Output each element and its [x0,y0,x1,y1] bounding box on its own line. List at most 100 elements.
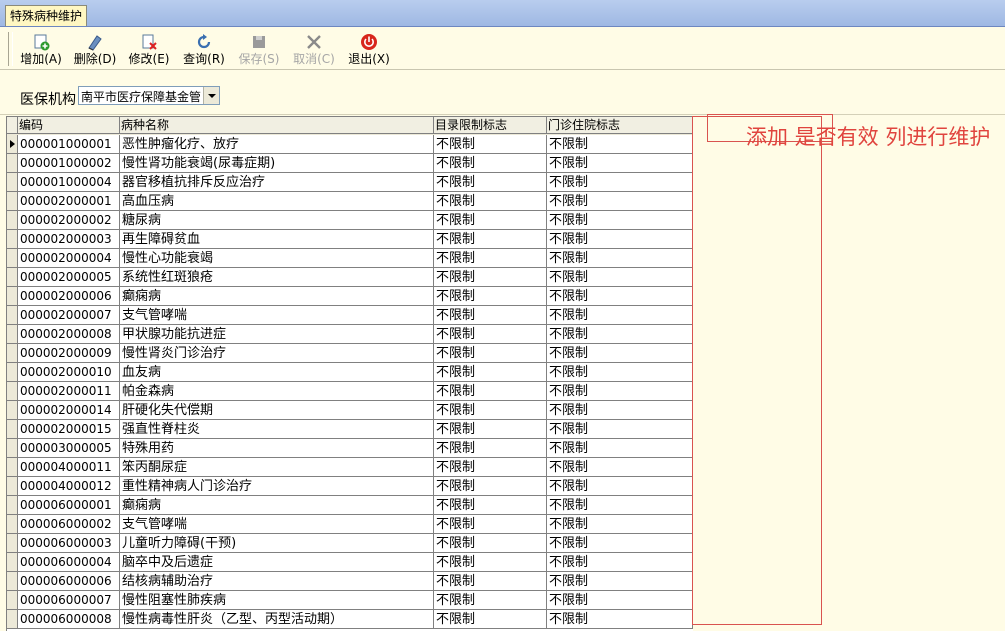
table-row[interactable]: 000002000001 高血压病 不限制 不限制 [7,192,693,211]
column-header-catalog-limit[interactable]: 目录限制标志 [434,117,547,134]
row-selector[interactable] [7,515,18,534]
row-selector[interactable] [7,477,18,496]
cell-disease-name[interactable]: 强直性脊柱炎 [120,420,434,439]
table-row[interactable]: 000001000002 慢性肾功能衰竭(尿毒症期) 不限制 不限制 [7,154,693,173]
cell-code[interactable]: 000002000002 [18,211,120,230]
cell-code[interactable]: 000002000007 [18,306,120,325]
row-selector[interactable] [7,211,18,230]
insurance-org-select[interactable]: 南平市医疗保障基金管 [78,86,220,105]
row-selector[interactable] [7,496,18,515]
row-selector[interactable] [7,401,18,420]
cell-catalog-limit[interactable]: 不限制 [434,363,547,382]
row-selector[interactable] [7,420,18,439]
row-selector[interactable] [7,287,18,306]
cell-disease-name[interactable]: 慢性心功能衰竭 [120,249,434,268]
cell-disease-name[interactable]: 支气管哮喘 [120,306,434,325]
cell-code[interactable]: 000002000001 [18,192,120,211]
cell-outpatient-flag[interactable]: 不限制 [547,496,693,515]
cell-outpatient-flag[interactable]: 不限制 [547,363,693,382]
cell-code[interactable]: 000003000005 [18,439,120,458]
cell-catalog-limit[interactable]: 不限制 [434,230,547,249]
row-selector[interactable] [7,306,18,325]
cell-catalog-limit[interactable]: 不限制 [434,553,547,572]
cell-code[interactable]: 000002000010 [18,363,120,382]
query-button[interactable]: 查询(R) [178,30,230,68]
cell-outpatient-flag[interactable]: 不限制 [547,249,693,268]
cell-outpatient-flag[interactable]: 不限制 [547,534,693,553]
toolbar-grip[interactable] [8,32,13,66]
cell-catalog-limit[interactable]: 不限制 [434,439,547,458]
cell-disease-name[interactable]: 慢性阻塞性肺疾病 [120,591,434,610]
cell-disease-name[interactable]: 血友病 [120,363,434,382]
cell-code[interactable]: 000006000007 [18,591,120,610]
row-selector[interactable] [7,192,18,211]
cell-disease-name[interactable]: 特殊用药 [120,439,434,458]
row-selector[interactable] [7,610,18,629]
table-row[interactable]: 000006000008 慢性病毒性肝炎（乙型、丙型活动期） 不限制 不限制 [7,610,693,629]
cell-catalog-limit[interactable]: 不限制 [434,287,547,306]
cell-catalog-limit[interactable]: 不限制 [434,173,547,192]
cell-outpatient-flag[interactable]: 不限制 [547,287,693,306]
row-selector[interactable] [7,382,18,401]
cell-catalog-limit[interactable]: 不限制 [434,534,547,553]
column-header-outpatient-flag[interactable]: 门诊住院标志 [547,117,693,134]
cell-outpatient-flag[interactable]: 不限制 [547,439,693,458]
row-selector[interactable] [7,173,18,192]
table-row[interactable]: 000002000004 慢性心功能衰竭 不限制 不限制 [7,249,693,268]
row-selector[interactable] [7,230,18,249]
cell-code[interactable]: 000002000011 [18,382,120,401]
cell-catalog-limit[interactable]: 不限制 [434,496,547,515]
cell-disease-name[interactable]: 结核病辅助治疗 [120,572,434,591]
cell-disease-name[interactable]: 帕金森病 [120,382,434,401]
cell-outpatient-flag[interactable]: 不限制 [547,135,693,154]
tab-special-disease[interactable]: 特殊病种维护 [5,5,88,26]
cell-disease-name[interactable]: 慢性肾功能衰竭(尿毒症期) [120,154,434,173]
exit-button[interactable]: 退出(X) [343,30,395,68]
cell-disease-name[interactable]: 再生障碍贫血 [120,230,434,249]
row-selector[interactable] [7,591,18,610]
table-row[interactable]: 000003000005 特殊用药 不限制 不限制 [7,439,693,458]
cell-disease-name[interactable]: 糖尿病 [120,211,434,230]
table-row[interactable]: 000002000007 支气管哮喘 不限制 不限制 [7,306,693,325]
cell-disease-name[interactable]: 儿童听力障碍(干预) [120,534,434,553]
table-row[interactable]: 000001000001 恶性肿瘤化疗、放疗 不限制 不限制 [7,135,693,154]
table-row[interactable]: 000006000007 慢性阻塞性肺疾病 不限制 不限制 [7,591,693,610]
column-header-code[interactable]: 编码 [18,117,120,134]
table-row[interactable]: 000006000001 癫痫病 不限制 不限制 [7,496,693,515]
cell-catalog-limit[interactable]: 不限制 [434,420,547,439]
cell-catalog-limit[interactable]: 不限制 [434,192,547,211]
table-row[interactable]: 000006000004 脑卒中及后遗症 不限制 不限制 [7,553,693,572]
row-selector[interactable] [7,249,18,268]
add-button[interactable]: 增加(A) [15,30,67,68]
cell-code[interactable]: 000006000001 [18,496,120,515]
cell-disease-name[interactable]: 肝硬化失代偿期 [120,401,434,420]
table-row[interactable]: 000002000006 癫痫病 不限制 不限制 [7,287,693,306]
cell-outpatient-flag[interactable]: 不限制 [547,154,693,173]
row-selector[interactable] [7,572,18,591]
cell-catalog-limit[interactable]: 不限制 [434,458,547,477]
table-row[interactable]: 000002000014 肝硬化失代偿期 不限制 不限制 [7,401,693,420]
cancel-button[interactable]: 取消(C) [288,30,340,68]
cell-catalog-limit[interactable]: 不限制 [434,572,547,591]
cell-disease-name[interactable]: 慢性病毒性肝炎（乙型、丙型活动期） [120,610,434,629]
row-selector[interactable] [7,154,18,173]
cell-code[interactable]: 000002000006 [18,287,120,306]
cell-disease-name[interactable]: 器官移植抗排斥反应治疗 [120,173,434,192]
column-header-name[interactable]: 病种名称 [120,117,434,134]
table-row[interactable]: 000002000011 帕金森病 不限制 不限制 [7,382,693,401]
cell-outpatient-flag[interactable]: 不限制 [547,230,693,249]
cell-code[interactable]: 000002000015 [18,420,120,439]
cell-code[interactable]: 000002000005 [18,268,120,287]
cell-catalog-limit[interactable]: 不限制 [434,135,547,154]
cell-disease-name[interactable]: 笨丙酮尿症 [120,458,434,477]
cell-disease-name[interactable]: 支气管哮喘 [120,515,434,534]
row-selector[interactable] [7,268,18,287]
cell-outpatient-flag[interactable]: 不限制 [547,382,693,401]
cell-outpatient-flag[interactable]: 不限制 [547,458,693,477]
cell-catalog-limit[interactable]: 不限制 [434,401,547,420]
cell-outpatient-flag[interactable]: 不限制 [547,268,693,287]
row-selector[interactable] [7,344,18,363]
cell-catalog-limit[interactable]: 不限制 [434,477,547,496]
chevron-down-icon[interactable] [203,87,219,104]
cell-outpatient-flag[interactable]: 不限制 [547,325,693,344]
